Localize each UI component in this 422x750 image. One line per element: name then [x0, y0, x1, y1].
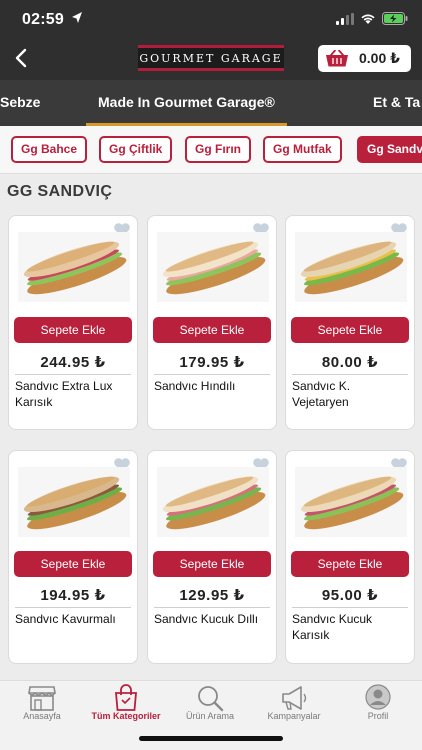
- product-card[interactable]: Sepete Ekle 194.95 ₺ Sandvıc Kavurmalı: [8, 450, 138, 664]
- product-name: Sandvıc Extra Lux Karısık: [15, 379, 113, 409]
- price-divider: [292, 374, 408, 375]
- wifi-icon: [361, 13, 375, 24]
- product-price: 95.00 ₺: [321, 587, 379, 604]
- nav-label-kampanyalar: Kampanyalar: [267, 711, 321, 721]
- nav-profil[interactable]: Profil: [336, 681, 420, 731]
- storefront-icon: [28, 686, 56, 711]
- product-card[interactable]: Sepete Ekle 244.95 ₺ Sandvıc Extra Lux Kar…: [8, 215, 138, 430]
- category-tab-et[interactable]: Et & Ta: [373, 80, 420, 126]
- brand-logo: GOURMET GARAGE: [138, 45, 284, 71]
- price-divider: [154, 607, 270, 608]
- product-name: Sandvıc K. Vejetaryen: [292, 379, 351, 409]
- section-title: GG SANDVIÇ: [7, 183, 113, 200]
- signal-icon: [336, 12, 354, 25]
- product-image: [157, 467, 269, 537]
- product-card[interactable]: Sepete Ekle 80.00 ₺ Sandvıc K. Vejetaryen: [285, 215, 415, 430]
- product-image: [18, 232, 130, 302]
- add-to-cart-button[interactable]: Sepete Ekle: [14, 551, 132, 577]
- nav-label-tum-kategoriler: Tüm Kategoriler: [91, 711, 161, 721]
- nav-label-profil: Profil: [367, 711, 389, 721]
- app-header: 02:59 GOURMET GARAGE 0.00 ₺: [0, 0, 422, 80]
- product-name: Sandvıc Kucuk Karısık: [292, 612, 373, 642]
- cart-total: 0.00 ₺: [359, 50, 400, 66]
- price-divider: [154, 374, 270, 375]
- product-card[interactable]: Sepete Ekle 129.95 ₺ Sandvıc Kucuk Dıllı: [147, 450, 277, 664]
- product-price: 129.95 ₺: [179, 587, 245, 604]
- add-to-cart-button[interactable]: Sepete Ekle: [153, 317, 271, 343]
- product-name: Sandvıc Hındılı: [154, 379, 236, 393]
- battery-charging-icon: [382, 12, 408, 25]
- category-tab-bar: Sebze Made In Gourmet Garage® Et & Ta: [0, 80, 422, 126]
- product-name: Sandvıc Kucuk Dıllı: [154, 612, 259, 626]
- profile-icon: [365, 684, 391, 710]
- shopping-bag-icon: [115, 684, 137, 711]
- back-arrow-icon[interactable]: [10, 46, 34, 70]
- nav-anasayfa[interactable]: Anasayfa: [0, 681, 84, 731]
- product-price: 80.00 ₺: [321, 354, 379, 371]
- product-image: [157, 232, 269, 302]
- nav-urun-arama[interactable]: Ürün Arama: [168, 681, 252, 731]
- nav-kampanyalar[interactable]: Kampanyalar: [252, 681, 336, 731]
- megaphone-icon: [282, 686, 307, 710]
- category-tab-made-in-gourmet-garage[interactable]: Made In Gourmet Garage®: [86, 80, 287, 126]
- chip-gg-firin[interactable]: Gg Fırın: [185, 136, 251, 163]
- add-to-cart-button[interactable]: Sepete Ekle: [291, 551, 409, 577]
- status-time: 02:59: [22, 11, 64, 28]
- product-name: Sandvıc Kavurmalı: [15, 612, 116, 626]
- product-card[interactable]: Sepete Ekle 179.95 ₺ Sandvıc Hındılı: [147, 215, 277, 430]
- product-price: 194.95 ₺: [40, 587, 106, 604]
- category-tab-sebze[interactable]: Sebze: [0, 80, 40, 126]
- status-indicators: [336, 12, 408, 25]
- subcategory-chip-bar: Gg Bahce Gg Çiftlik Gg Fırın Gg Mutfak G…: [0, 126, 422, 174]
- basket-icon: [326, 49, 348, 66]
- product-card[interactable]: Sepete Ekle 95.00 ₺ Sandvıc Kucuk Karısık: [285, 450, 415, 664]
- home-indicator: [139, 736, 283, 741]
- nav-label-urun-arama: Ürün Arama: [185, 711, 235, 721]
- product-price: 179.95 ₺: [179, 354, 245, 371]
- cart-button[interactable]: 0.00 ₺: [318, 45, 411, 72]
- product-image: [18, 467, 130, 537]
- price-divider: [15, 374, 131, 375]
- product-image: [295, 232, 407, 302]
- search-icon: [198, 686, 224, 712]
- location-arrow-icon: [72, 12, 82, 23]
- chip-gg-ciftlik[interactable]: Gg Çiftlik: [99, 136, 173, 163]
- add-to-cart-button[interactable]: Sepete Ekle: [291, 317, 409, 343]
- nav-tum-kategoriler[interactable]: Tüm Kategoriler: [84, 681, 168, 731]
- add-to-cart-button[interactable]: Sepete Ekle: [153, 551, 271, 577]
- nav-label-anasayfa: Anasayfa: [23, 711, 61, 721]
- chip-gg-bahce[interactable]: Gg Bahce: [11, 136, 88, 163]
- add-to-cart-button[interactable]: Sepete Ekle: [14, 317, 132, 343]
- price-divider: [15, 607, 131, 608]
- logo-text: GOURMET GARAGE: [139, 51, 283, 65]
- price-divider: [292, 607, 408, 608]
- chip-gg-sandvic[interactable]: Gg Sandvi: [357, 136, 422, 163]
- product-image: [295, 467, 407, 537]
- chip-gg-mutfak[interactable]: Gg Mutfak: [263, 136, 342, 163]
- product-price: 244.95 ₺: [40, 354, 106, 371]
